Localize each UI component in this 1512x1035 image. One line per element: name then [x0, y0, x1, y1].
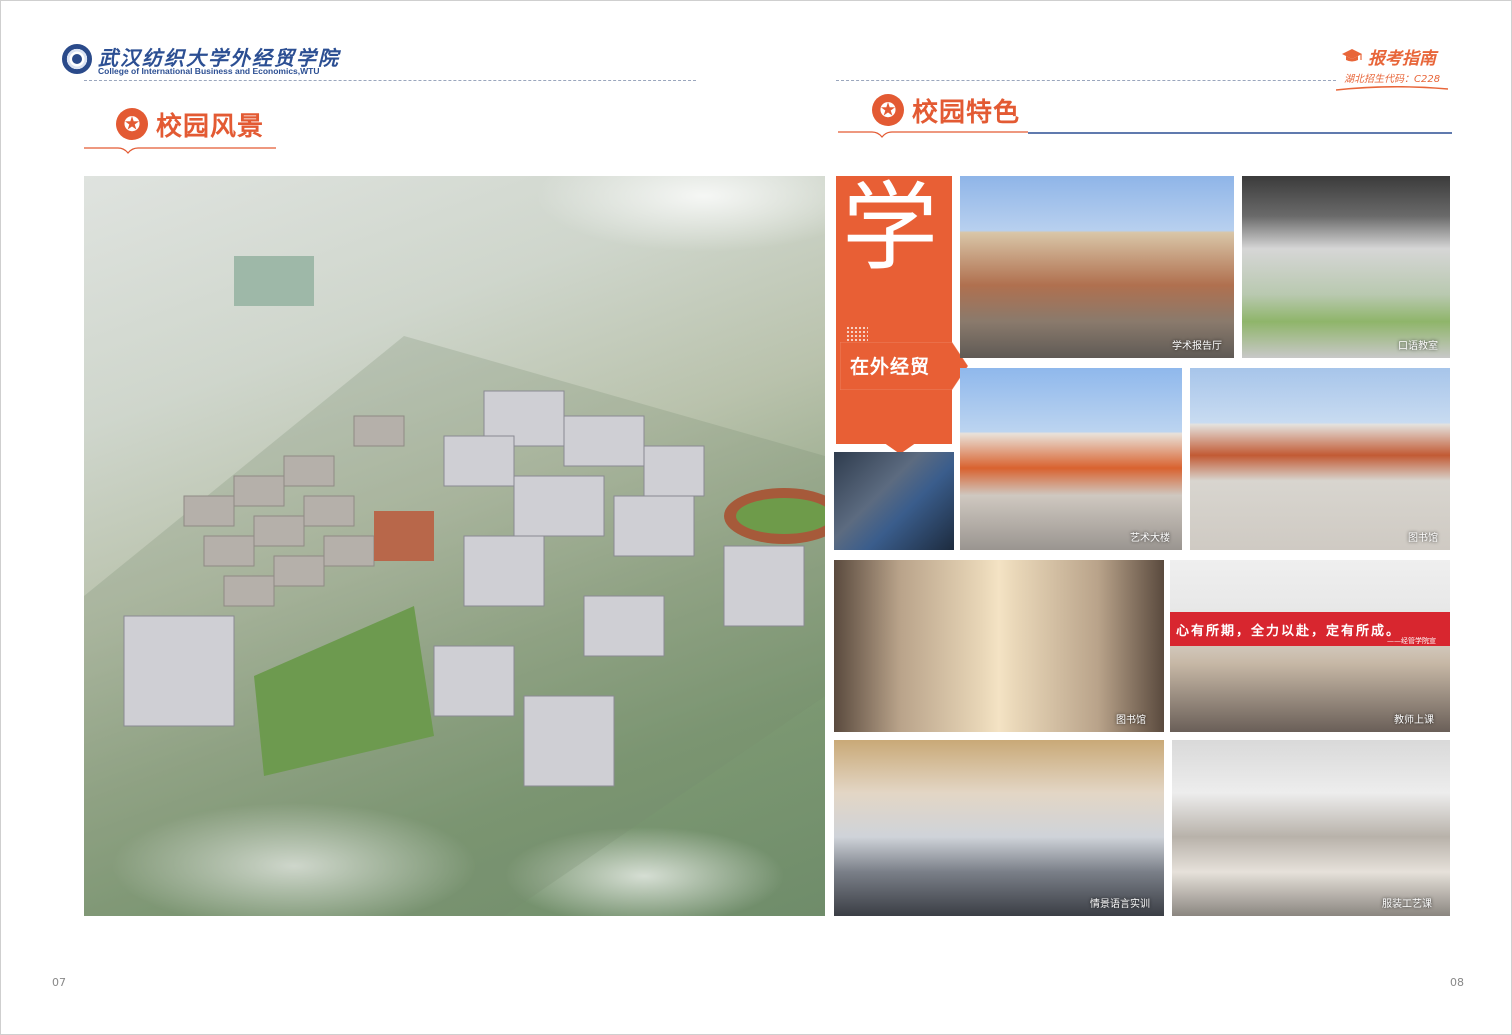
photo-caption: 艺术大楼 [1130, 533, 1170, 544]
photo-caption: 服装工艺课 [1382, 899, 1432, 910]
photo-caption: 学术报告厅 [1172, 341, 1222, 352]
feature-banner-text: 在外经贸 [850, 356, 931, 378]
photo-art-building: 艺术大楼 [960, 368, 1182, 550]
star-badge-icon: ✪ [872, 94, 904, 126]
header-divider-right [836, 80, 1336, 81]
graduation-cap-icon [1342, 49, 1362, 62]
header-divider-left [84, 80, 696, 81]
photo-lab [834, 452, 954, 550]
photo-oral-classroom: 口语教室 [1242, 176, 1450, 358]
campus-aerial-photo [84, 176, 825, 916]
page-number-left: 07 [52, 976, 66, 989]
star-badge-icon: ✪ [116, 108, 148, 140]
section-underline-right [838, 131, 1452, 138]
guide-title: 报考指南 [1368, 49, 1436, 69]
campus-buildings-illustration [84, 256, 825, 916]
photo-vr-training: 情景语言实训 [834, 740, 1164, 916]
slogan-text: 心有所期，全力以赴，定有所成。 [1176, 624, 1402, 639]
page-number-right: 08 [1450, 976, 1464, 989]
feature-character: 学 [842, 172, 938, 284]
photo-academic-hall: 学术报告厅 [960, 176, 1234, 358]
admission-code: 湖北招生代码：C228 [1344, 74, 1441, 85]
photo-caption: 教师上课 [1394, 715, 1434, 726]
section-title-features: 校园特色 [912, 98, 1021, 128]
section-title-scenery: 校园风景 [156, 112, 265, 142]
photo-caption: 情景语言实训 [1090, 899, 1150, 910]
photo-library-exterior: 图书馆 [1190, 368, 1450, 550]
college-seal-icon [62, 44, 92, 74]
section-underline-left [84, 147, 276, 154]
photo-caption: 口语教室 [1398, 341, 1438, 352]
slogan-signature: ——经管学院宣 [1387, 637, 1436, 645]
school-name-en: College of International Business and Ec… [98, 66, 320, 76]
guide-underline [1336, 86, 1448, 91]
photo-classroom: 心有所期，全力以赴，定有所成。 ——经管学院宣 教师上课 [1170, 560, 1450, 732]
photo-caption: 图书馆 [1116, 715, 1146, 726]
photo-sewing-class: 服装工艺课 [1172, 740, 1450, 916]
photo-library-interior: 图书馆 [834, 560, 1164, 732]
photo-caption: 图书馆 [1408, 533, 1438, 544]
